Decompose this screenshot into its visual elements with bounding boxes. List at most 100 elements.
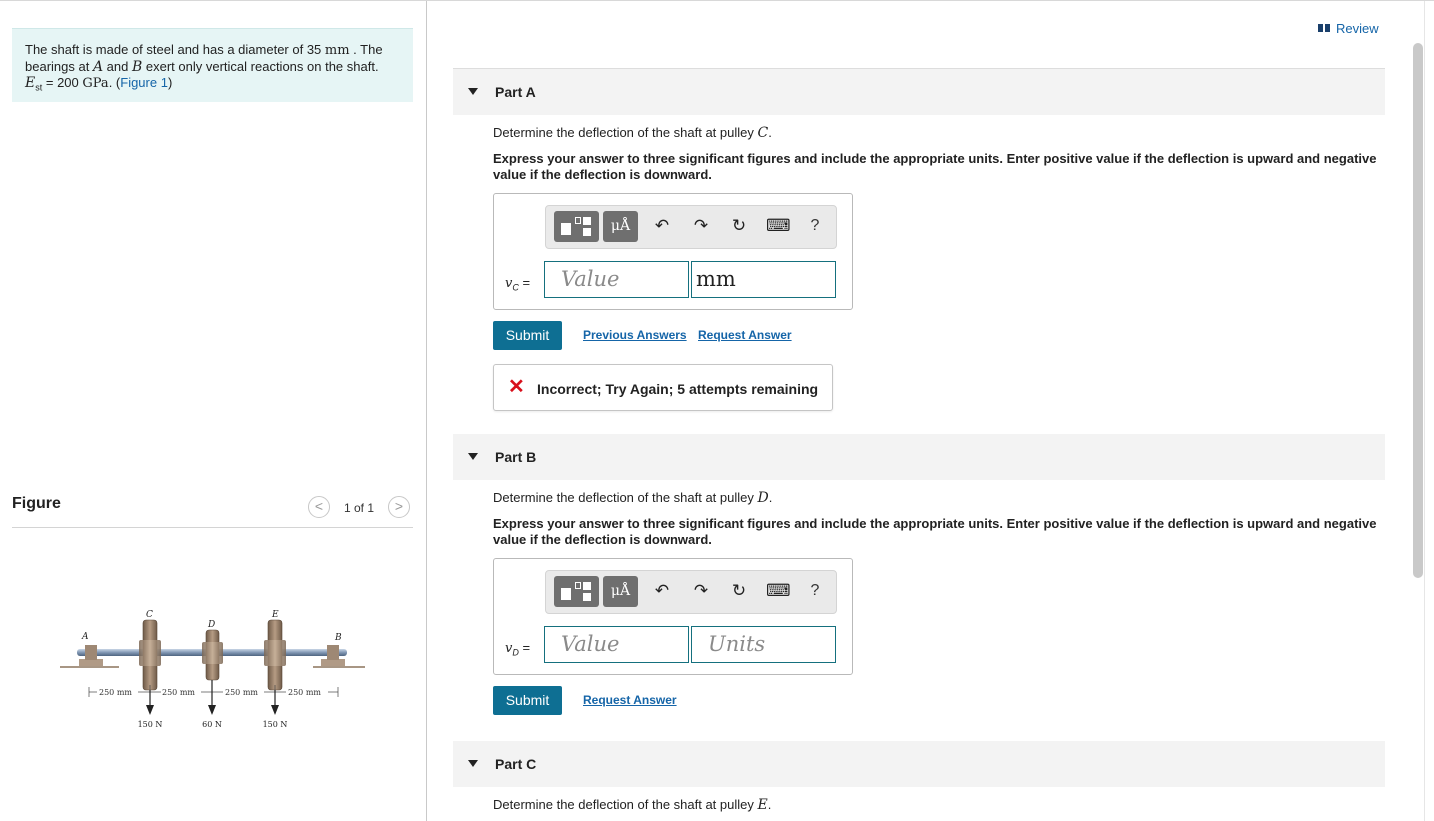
part-b-answer-box: μÅ ↶ ↷ ↻ ⌨ ? vD = Value Units: [493, 558, 853, 675]
dimension-label: 250 mm: [225, 688, 258, 697]
scroll-track: [1424, 1, 1425, 821]
pulley-c: [139, 619, 161, 691]
modulus-symbol: E: [25, 75, 36, 91]
redo-icon[interactable]: ↷: [690, 214, 712, 238]
submit-button[interactable]: Submit: [493, 321, 562, 350]
previous-answers-link[interactable]: Previous Answers: [583, 328, 687, 342]
figure-header: Figure < 1 of 1 >: [12, 493, 413, 528]
load-arrow-d: [208, 680, 216, 715]
review-link[interactable]: Review: [1318, 21, 1379, 36]
units-input[interactable]: mm: [691, 261, 836, 298]
diameter-unit: mm: [324, 43, 350, 58]
label-a: A: [81, 632, 89, 642]
question-variable: D: [757, 490, 769, 506]
undo-icon[interactable]: ↶: [651, 214, 673, 238]
part-a-header[interactable]: Part A: [453, 69, 1385, 115]
question-text: .: [768, 125, 772, 140]
value-input[interactable]: Value: [544, 261, 689, 298]
pulley-e: [264, 619, 286, 691]
help-icon[interactable]: ?: [804, 579, 826, 603]
prev-figure-button[interactable]: <: [308, 496, 330, 518]
point-b-symbol: B: [131, 59, 143, 75]
part-a-answer-box: μÅ ↶ ↷ ↻ ⌨ ? vC = Value mm: [493, 193, 853, 310]
question-text: Determine the deflection of the shaft at…: [493, 797, 758, 812]
undo-icon[interactable]: ↶: [651, 579, 673, 603]
units-button[interactable]: μÅ: [603, 576, 638, 607]
question-text: Determine the deflection of the shaft at…: [493, 490, 758, 505]
part-b-instructions: Express your answer to three significant…: [493, 516, 1377, 547]
question-variable: E: [757, 797, 768, 813]
part-b-title: Part B: [495, 449, 537, 465]
answer-variable-label: vD =: [505, 640, 530, 658]
answer-variable-label: vC =: [505, 275, 530, 293]
dimension-label: 250 mm: [99, 688, 132, 697]
load-label: 150 N: [138, 720, 163, 729]
problem-text: exert only vertical reactions on the sha…: [142, 59, 379, 74]
label-d: D: [207, 620, 215, 630]
problem-text: = 200: [42, 75, 83, 90]
load-label: 150 N: [263, 720, 288, 729]
question-text: Determine the deflection of the shaft at…: [493, 125, 758, 140]
collapse-triangle-icon[interactable]: [468, 453, 478, 460]
pulley-d: [202, 629, 223, 681]
label-e: E: [271, 610, 279, 620]
part-c-question: Determine the deflection of the shaft at…: [493, 797, 771, 813]
math-toolbar: μÅ ↶ ↷ ↻ ⌨ ?: [545, 570, 837, 614]
problem-text: bearings at: [25, 59, 93, 74]
left-panel: The shaft is made of steel and has a dia…: [0, 1, 427, 821]
figure-title: Figure: [12, 495, 61, 512]
request-answer-link[interactable]: Request Answer: [698, 328, 792, 342]
part-c-title: Part C: [495, 756, 537, 772]
part-b-header[interactable]: Part B: [453, 434, 1385, 480]
problem-text: ): [167, 75, 173, 90]
value-input[interactable]: Value: [544, 626, 689, 663]
part-a-question: Determine the deflection of the shaft at…: [493, 125, 772, 141]
figure-pager: < 1 of 1 >: [308, 496, 412, 518]
load-arrow-e: [271, 690, 279, 715]
reset-icon[interactable]: ↻: [728, 579, 750, 603]
equals-sign: =: [518, 640, 531, 655]
figure-page-count: 1 of 1: [344, 501, 375, 515]
dimension-label: 250 mm: [162, 688, 195, 697]
feedback-text: Incorrect; Try Again; 5 attempts remaini…: [537, 381, 819, 397]
question-text: .: [768, 490, 773, 505]
units-button[interactable]: μÅ: [603, 211, 638, 242]
problem-text: and: [103, 59, 132, 74]
redo-icon[interactable]: ↷: [690, 579, 712, 603]
reset-icon[interactable]: ↻: [728, 214, 750, 238]
question-variable: C: [757, 125, 769, 141]
templates-button[interactable]: [554, 211, 599, 242]
dimension-label: 250 mm: [288, 688, 321, 697]
math-toolbar: μÅ ↶ ↷ ↻ ⌨ ?: [545, 205, 837, 249]
book-icon: [1318, 24, 1330, 32]
point-a-symbol: A: [92, 59, 104, 75]
keyboard-icon[interactable]: ⌨: [766, 579, 791, 603]
label-b: B: [334, 633, 342, 643]
figure-link[interactable]: Figure 1: [120, 75, 168, 90]
help-icon[interactable]: ?: [804, 214, 826, 238]
part-c-header[interactable]: Part C: [453, 741, 1385, 787]
part-a-instructions: Express your answer to three significant…: [493, 151, 1377, 182]
equals-sign: =: [518, 275, 531, 290]
problem-text: . The: [349, 42, 383, 57]
collapse-triangle-icon[interactable]: [468, 760, 478, 767]
modulus-unit: GPa: [82, 76, 109, 91]
part-b-question: Determine the deflection of the shaft at…: [493, 490, 772, 506]
review-label: Review: [1336, 21, 1379, 36]
load-arrow-c: [146, 690, 154, 715]
submit-button[interactable]: Submit: [493, 686, 562, 715]
question-text: .: [767, 797, 772, 812]
request-answer-link[interactable]: Request Answer: [583, 693, 677, 707]
collapse-triangle-icon[interactable]: [468, 88, 478, 95]
label-c: C: [146, 610, 153, 620]
keyboard-icon[interactable]: ⌨: [766, 214, 791, 238]
load-label: 60 N: [202, 720, 222, 729]
feedback-message: ✕ Incorrect; Try Again; 5 attempts remai…: [493, 364, 833, 411]
next-figure-button[interactable]: >: [388, 496, 410, 518]
templates-button[interactable]: [554, 576, 599, 607]
part-a-title: Part A: [495, 84, 536, 100]
units-input[interactable]: Units: [691, 626, 836, 663]
scrollbar-thumb[interactable]: [1413, 43, 1423, 578]
shaft-figure: A C D E B 250 mm 250 mm 250 mm 250 mm 15…: [60, 610, 365, 729]
problem-text: . (: [108, 75, 121, 90]
